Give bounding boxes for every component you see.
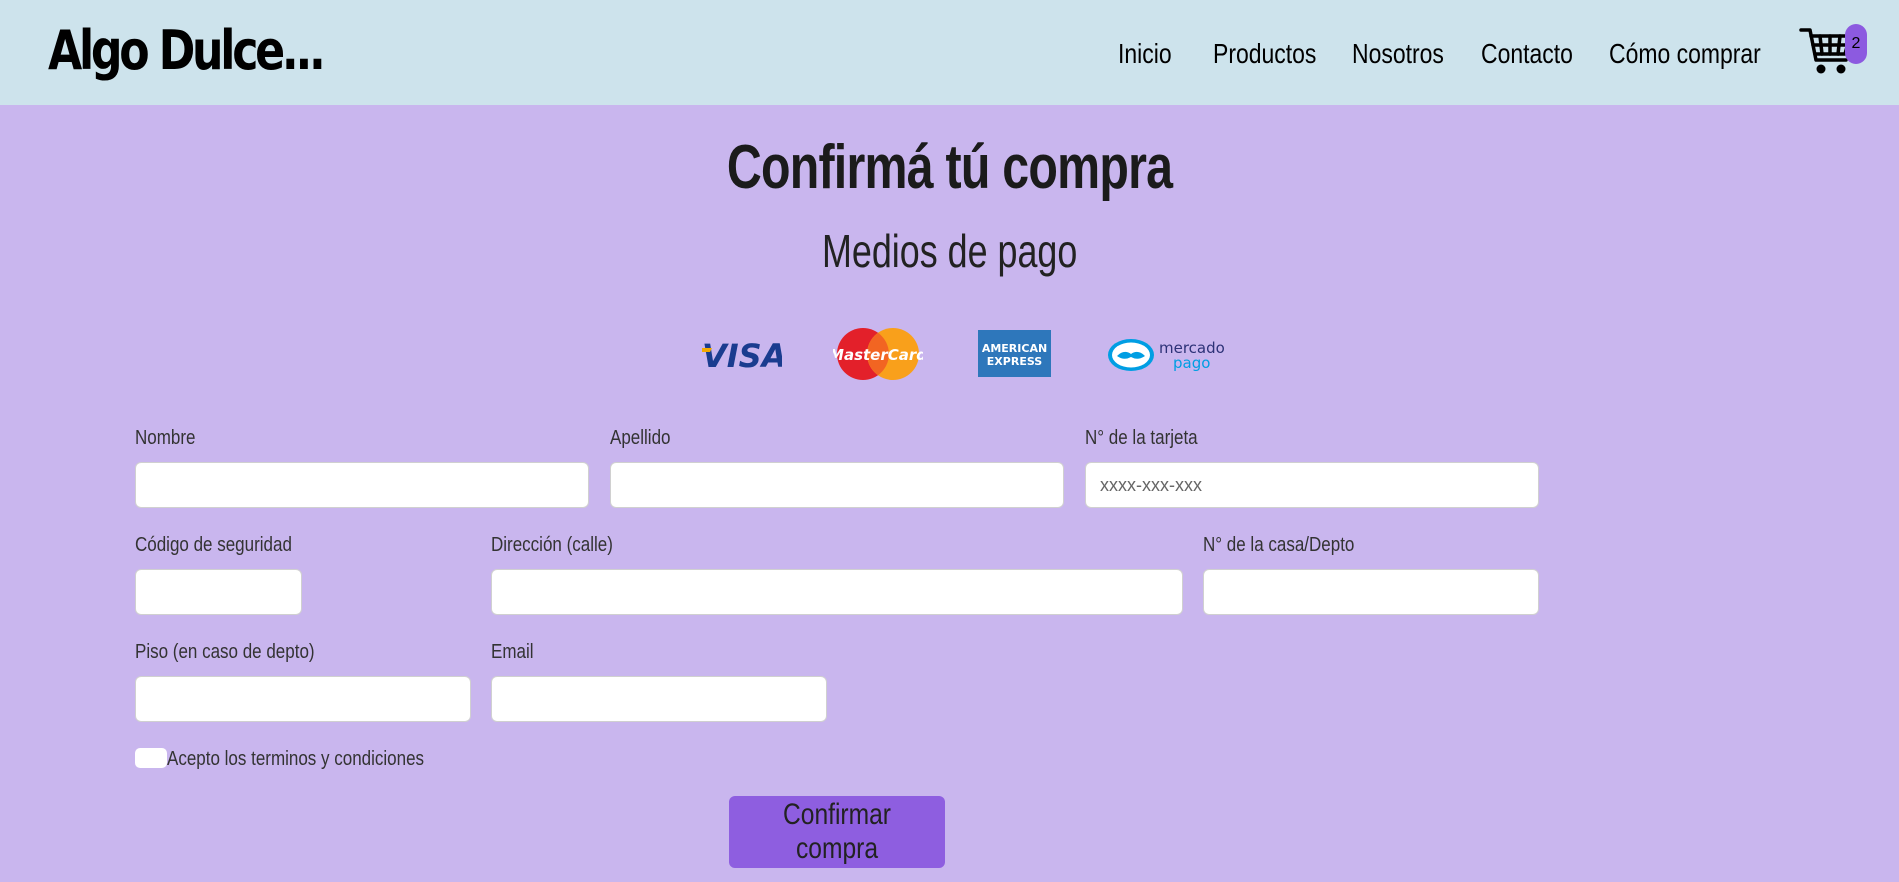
visa-logo: VISA xyxy=(700,334,786,375)
floor-input[interactable] xyxy=(135,676,471,722)
email-label: Email xyxy=(491,641,534,663)
amex-logo: AMERICAN EXPRESS xyxy=(978,330,1051,377)
svg-text:MasterCard: MasterCard xyxy=(833,346,923,364)
house-number-input[interactable] xyxy=(1203,569,1539,615)
casa-label: N° de la casa/Depto xyxy=(1203,534,1355,556)
piso-label: Piso (en caso de depto) xyxy=(135,641,315,663)
site-header: Algo Dulce... Inicio Productos Nosotros … xyxy=(0,0,1899,105)
nombre-input[interactable] xyxy=(135,462,589,508)
svg-text:VISA: VISA xyxy=(702,337,782,374)
apellido-input[interactable] xyxy=(610,462,1064,508)
svg-text:EXPRESS: EXPRESS xyxy=(987,355,1042,368)
terms-label[interactable]: Acepto los terminos y condiciones xyxy=(167,746,424,772)
mastercard-logo: MasterCard xyxy=(829,326,927,382)
nav-contacto[interactable]: Contacto xyxy=(1481,32,1573,76)
confirm-purchase-button[interactable]: Confirmar compra xyxy=(729,796,945,868)
security-code-input[interactable] xyxy=(135,569,302,615)
mercadopago-logo: mercado pago xyxy=(1107,334,1231,376)
main-nav: Inicio Productos Nosotros Contacto Cómo … xyxy=(0,32,1899,76)
svg-text:AMERICAN: AMERICAN xyxy=(982,342,1047,355)
payment-methods-title: Medios de pago xyxy=(821,225,1078,277)
page-title: Confirmá tú compra xyxy=(726,133,1173,202)
terms-checkbox[interactable] xyxy=(135,748,167,768)
address-input[interactable] xyxy=(491,569,1183,615)
email-field[interactable] xyxy=(491,676,827,722)
nav-como-comprar[interactable]: Cómo comprar xyxy=(1609,32,1761,76)
nombre-label: Nombre xyxy=(135,427,196,449)
nav-inicio[interactable]: Inicio xyxy=(1118,32,1172,76)
nav-nosotros[interactable]: Nosotros xyxy=(1352,32,1444,76)
svg-text:pago: pago xyxy=(1173,354,1210,372)
nav-productos[interactable]: Productos xyxy=(1213,32,1316,76)
card-number-input[interactable] xyxy=(1085,462,1539,508)
apellido-label: Apellido xyxy=(610,427,671,449)
tarjeta-label: N° de la tarjeta xyxy=(1085,427,1198,449)
direccion-label: Dirección (calle) xyxy=(491,534,613,556)
cart-count-badge: 2 xyxy=(1845,24,1867,64)
codigo-label: Código de seguridad xyxy=(135,534,292,556)
